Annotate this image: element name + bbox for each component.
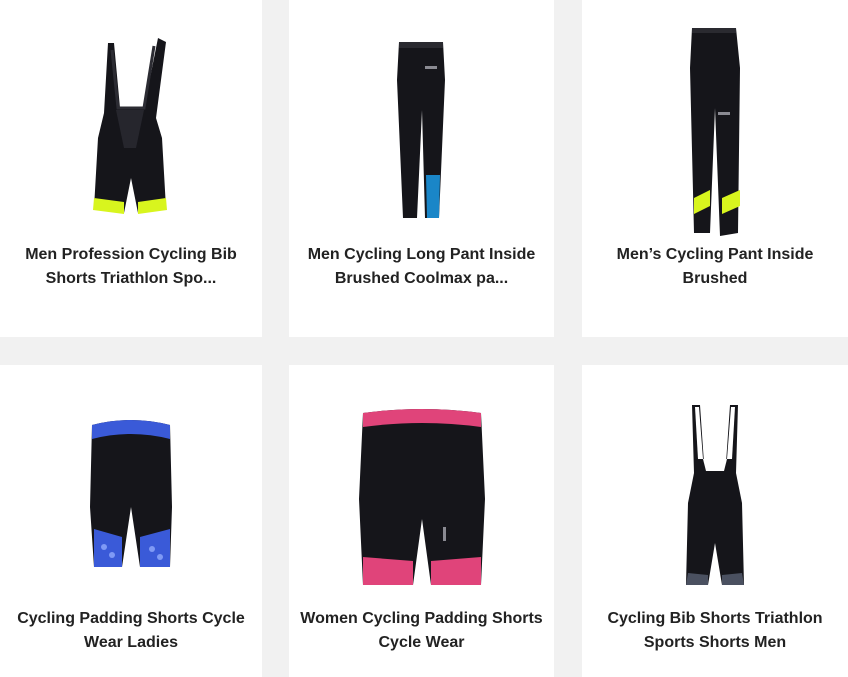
- product-card[interactable]: Cycling Padding Shorts Cycle Wear Ladies: [0, 365, 262, 677]
- product-card[interactable]: Cycling Bib Shorts Triathlon Sports Shor…: [582, 365, 848, 677]
- product-image[interactable]: [582, 403, 848, 588]
- product-image[interactable]: [582, 28, 848, 238]
- product-image[interactable]: [0, 417, 262, 572]
- product-title[interactable]: Cycling Bib Shorts Triathlon Sports Shor…: [592, 607, 838, 655]
- product-card[interactable]: Men Cycling Long Pant Inside Brushed Coo…: [289, 0, 554, 337]
- product-grid: Men Profession Cycling Bib Shorts Triath…: [0, 0, 848, 677]
- product-title[interactable]: Men Profession Cycling Bib Shorts Triath…: [10, 243, 252, 291]
- product-title[interactable]: Cycling Padding Shorts Cycle Wear Ladies: [10, 607, 252, 655]
- product-image[interactable]: [0, 38, 262, 223]
- product-title[interactable]: Women Cycling Padding Shorts Cycle Wear: [299, 607, 544, 655]
- product-title[interactable]: Men Cycling Long Pant Inside Brushed Coo…: [299, 243, 544, 291]
- product-card[interactable]: Men’s Cycling Pant Inside Brushed: [582, 0, 848, 337]
- product-image[interactable]: [289, 409, 554, 589]
- product-card[interactable]: Men Profession Cycling Bib Shorts Triath…: [0, 0, 262, 337]
- product-image[interactable]: [289, 40, 554, 220]
- product-card[interactable]: Women Cycling Padding Shorts Cycle Wear: [289, 365, 554, 677]
- product-title[interactable]: Men’s Cycling Pant Inside Brushed: [592, 243, 838, 291]
